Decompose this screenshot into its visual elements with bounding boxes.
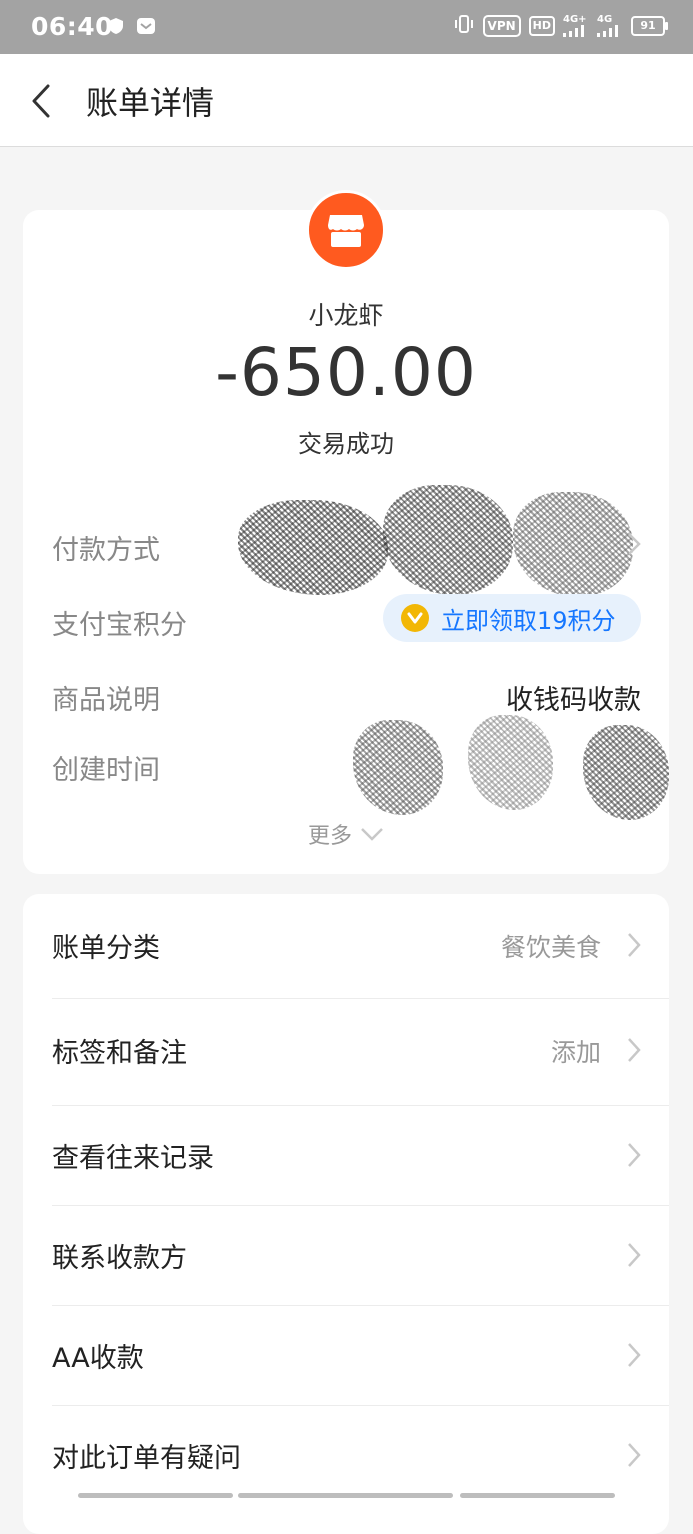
product-label: 商品说明 <box>52 685 160 716</box>
vpn-badge: VPN <box>482 14 521 37</box>
product-value: 收钱码收款 <box>506 685 641 716</box>
page-title: 账单详情 <box>86 84 215 122</box>
list-item-bill-category[interactable]: 账单分类 餐饮美食 <box>23 894 669 998</box>
chevron-right-icon <box>627 1242 641 1272</box>
gesture-bar <box>460 1493 615 1498</box>
redacted-scribble <box>383 485 513 595</box>
page-header: 账单详情 <box>0 54 693 147</box>
chevron-right-icon <box>627 1142 641 1172</box>
shield-icon <box>108 17 124 39</box>
chevron-right-icon <box>627 932 641 962</box>
created-time-label: 创建时间 <box>52 755 160 786</box>
battery-indicator: 91 <box>631 15 668 36</box>
bill-actions-card: 账单分类 餐饮美食 标签和备注 添加 查看往来记录 联系收款方 AA收款 对此订… <box>23 894 669 1534</box>
network-type-a: 4G+ <box>563 13 587 25</box>
gesture-bar <box>238 1493 453 1498</box>
merchant-logo <box>306 190 386 270</box>
back-button[interactable] <box>24 78 64 124</box>
claim-points-button[interactable]: 立即领取19积分 <box>383 594 641 642</box>
list-item-label: 账单分类 <box>52 933 160 964</box>
status-time: 06:40 <box>31 12 114 41</box>
payment-method-label: 付款方式 <box>52 535 160 566</box>
bill-summary-card: 小龙虾 -650.00 交易成功 付款方式 支付宝积分 立即领取19积分 商品说… <box>23 190 669 874</box>
claim-points-label: 立即领取19积分 <box>441 606 616 635</box>
chevron-right-icon <box>627 1342 641 1372</box>
signal-bars-icon <box>597 24 618 37</box>
gesture-bar <box>78 1493 233 1498</box>
redacted-scribble <box>468 715 553 810</box>
list-item-aa-collect[interactable]: AA收款 <box>23 1304 669 1408</box>
signal-bars-icon <box>563 24 584 37</box>
payment-method-chevron[interactable] <box>627 532 641 560</box>
list-item-label: 标签和备注 <box>52 1038 187 1069</box>
redacted-scribble <box>583 725 669 820</box>
mail-icon <box>136 16 156 40</box>
status-indicators: VPN HD 4G+ 4G 91 <box>453 13 668 37</box>
list-item-label: 联系收款方 <box>52 1243 187 1274</box>
hd-badge: HD <box>528 15 555 36</box>
chevron-right-icon <box>627 1442 641 1472</box>
redacted-scribble <box>238 500 388 595</box>
list-item-label: AA收款 <box>52 1343 144 1374</box>
redacted-scribble <box>513 492 633 597</box>
chevron-left-icon <box>32 84 50 118</box>
status-bar: 06:40 VPN HD 4G+ 4G 91 <box>0 0 693 54</box>
list-item-tags-notes[interactable]: 标签和备注 添加 <box>23 999 669 1103</box>
store-icon <box>328 215 364 247</box>
coin-icon <box>401 604 429 632</box>
more-toggle[interactable]: 更多 <box>308 818 384 850</box>
chevron-down-icon <box>361 828 383 841</box>
list-item-value: 餐饮美食 <box>500 933 601 962</box>
merchant-name: 小龙虾 <box>308 301 384 330</box>
chevron-right-icon <box>627 1037 641 1067</box>
signal-4g-plus: 4G+ <box>563 13 589 37</box>
transaction-amount: -650.00 <box>215 334 477 411</box>
transaction-status: 交易成功 <box>298 430 394 458</box>
network-type-b: 4G <box>597 13 613 25</box>
list-item-history[interactable]: 查看往来记录 <box>23 1104 669 1208</box>
list-item-label: 查看往来记录 <box>52 1143 214 1174</box>
points-label: 支付宝积分 <box>52 610 187 641</box>
signal-4g: 4G <box>597 13 623 37</box>
list-item-label: 对此订单有疑问 <box>52 1443 241 1474</box>
redacted-scribble <box>353 720 443 815</box>
list-item-contact-payee[interactable]: 联系收款方 <box>23 1204 669 1308</box>
vibrate-icon <box>453 14 475 37</box>
chevron-right-icon <box>628 533 641 555</box>
list-item-value: 添加 <box>550 1038 601 1067</box>
more-label: 更多 <box>308 824 353 849</box>
